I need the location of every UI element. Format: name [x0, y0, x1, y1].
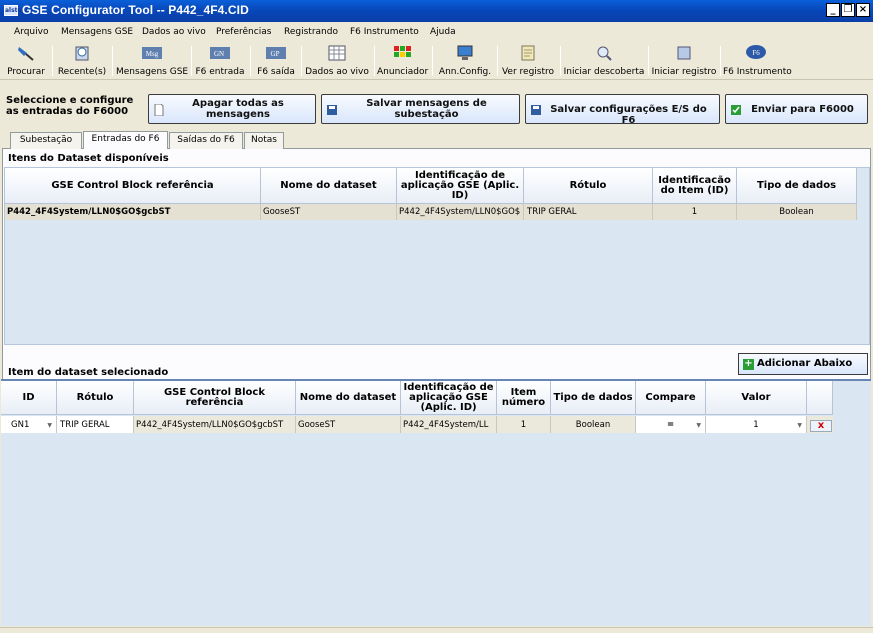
available-items-heading: Itens do Dataset disponíveis: [8, 153, 169, 164]
toolbar-iniciar-descoberta-button[interactable]: Iniciar descoberta: [563, 44, 645, 78]
svg-text:GN: GN: [214, 50, 224, 58]
gp-icon: GP: [266, 47, 286, 59]
dropdown-arrow-icon: ▼: [47, 422, 52, 429]
monitor-icon: [457, 45, 473, 60]
dropdown-arrow-icon: ▼: [797, 422, 802, 429]
col-header-label[interactable]: Rótulo: [57, 381, 134, 415]
dropdown-arrow-icon: ▼: [696, 422, 701, 429]
log-icon: [521, 45, 535, 61]
selected-item-heading: Item do dataset selecionado: [8, 367, 169, 378]
annunciator-icon: [394, 46, 411, 57]
col-header-data-type[interactable]: Tipo de dados: [737, 168, 857, 204]
app-logo-icon: alstom: [4, 5, 28, 16]
grid-icon: [328, 45, 346, 61]
col-header-value[interactable]: Valor: [706, 381, 807, 415]
col-header-blank: [807, 381, 833, 415]
col-header-item-number[interactable]: Item número: [497, 381, 551, 415]
delete-row-button[interactable]: x: [810, 420, 832, 432]
cell-data-type: Boolean: [551, 416, 636, 433]
gn-icon: GN: [210, 47, 230, 59]
value-combo[interactable]: 1 ▼: [706, 416, 807, 433]
cell-item-number: 1: [497, 416, 551, 433]
toolbar-recentes-button[interactable]: Recente(s): [56, 44, 108, 78]
col-header-item-id[interactable]: Identificacão do Item (ID): [653, 168, 737, 204]
col-header-data-type[interactable]: Tipo de dados: [551, 381, 636, 415]
col-header-app-id[interactable]: Identificação de aplicação GSE (Aplic. I…: [401, 381, 497, 415]
page-icon: [154, 104, 164, 116]
toolbar-iniciar-registro-button[interactable]: Iniciar registro: [651, 44, 717, 78]
col-header-compare[interactable]: Compare: [636, 381, 706, 415]
delete-x-icon: x: [817, 420, 825, 431]
cell-app-id: P442_4F4System/LL: [401, 416, 497, 433]
toolbar-procurar-button[interactable]: Procurar: [4, 44, 48, 78]
svg-text:Msg: Msg: [146, 50, 159, 58]
magnifier-icon: [597, 46, 612, 61]
menu-dados-ao-vivo[interactable]: Dados ao vivo: [142, 27, 206, 37]
svg-text:F6: F6: [752, 49, 760, 57]
status-bar: [0, 627, 873, 633]
tab-subestacao[interactable]: Subestação: [10, 132, 82, 149]
recent-icon: [75, 46, 89, 61]
search-folder-icon: [18, 47, 34, 61]
close-button[interactable]: ×: [856, 3, 870, 17]
minimize-button[interactable]: _: [826, 3, 840, 17]
label-input[interactable]: TRIP GERAL: [57, 416, 134, 433]
window-title: GSE Configurator Tool -- P442_4F4.CID: [22, 3, 249, 17]
col-header-app-id[interactable]: Identificação de aplicação GSE (Aplic. I…: [397, 168, 524, 204]
toolbar-mensagens-gse-button[interactable]: Msg Mensagens GSE: [116, 44, 188, 78]
menu-registrando[interactable]: Registrando: [284, 27, 338, 37]
col-header-dataset-name[interactable]: Nome do dataset: [261, 168, 397, 204]
floppy-icon: [327, 105, 337, 115]
cell-item-id: 1: [653, 204, 737, 220]
title-bar: alstom GSE Configurator Tool -- P442_4F4…: [0, 0, 873, 22]
cell-gse-ref: P442_4F4System/LLN0$GO$gcbST: [134, 416, 296, 433]
clear-messages-button[interactable]: Apagar todas as mensagens: [148, 94, 316, 124]
toolbar-ver-registro-button[interactable]: Ver registro: [500, 44, 556, 78]
cell-data-type: Boolean: [737, 204, 857, 220]
restore-button[interactable]: ❐: [841, 3, 855, 17]
tab-saidas-do-f6[interactable]: Saídas do F6: [169, 132, 243, 149]
msg-icon: Msg: [142, 47, 162, 59]
plus-icon: +: [743, 358, 754, 370]
menu-preferencias[interactable]: Preferências: [216, 27, 271, 37]
cell-dataset-name: GooseST: [261, 204, 397, 220]
cell-dataset-name: GooseST: [296, 416, 401, 433]
cell-app-id: P442_4F4System/LLN0$GO$: [397, 204, 524, 220]
intro-text: Seleccione e configure as entradas do F6…: [6, 95, 134, 117]
toolbar-ann-config-button[interactable]: Ann.Config.: [436, 44, 494, 78]
toolbar-dados-ao-vivo-button[interactable]: Dados ao vivo: [304, 44, 370, 78]
menu-mensagens-gse[interactable]: Mensagens GSE: [61, 27, 133, 37]
add-below-button[interactable]: + Adicionar Abaixo: [738, 353, 868, 375]
compare-combo[interactable]: = ▼: [636, 416, 706, 433]
send-to-f6000-button[interactable]: Enviar para F6000: [725, 94, 868, 124]
menu-arquivo[interactable]: Arquivo: [14, 27, 48, 37]
record-icon: [677, 46, 691, 60]
toolbar-anunciador-button[interactable]: Anunciador: [377, 44, 428, 78]
col-header-dataset-name[interactable]: Nome do dataset: [296, 381, 401, 415]
toolbar-f6-entrada-button[interactable]: GN F6 entrada: [194, 44, 246, 78]
menu-ajuda[interactable]: Ajuda: [430, 27, 456, 37]
save-messages-button[interactable]: Salvar mensagens de subestação: [321, 94, 520, 124]
tab-entradas-do-f6[interactable]: Entradas do F6: [83, 131, 168, 149]
id-combo[interactable]: GN1 ▼: [1, 416, 57, 433]
f6-icon: F6: [746, 45, 766, 59]
cell-gse-ref: P442_4F4System/LLN0$GO$gcbST: [5, 204, 261, 220]
toolbar-f6-instrumento-button[interactable]: F6 F6 Instrumento: [723, 44, 792, 78]
col-header-gse-ref[interactable]: GSE Control Block referência: [134, 381, 296, 415]
menu-bar: Arquivo Mensagens GSE Dados ao vivo Pref…: [0, 22, 873, 42]
toolbar-f6-saida-button[interactable]: GP F6 saída: [254, 44, 298, 78]
save-io-config-button[interactable]: Salvar configurações E/S do F6: [525, 94, 720, 126]
send-check-icon: [731, 105, 741, 115]
toolbar: Procurar Recente(s) Msg Mensagens GSE GN…: [0, 42, 873, 80]
menu-f6-instrumento[interactable]: F6 Instrumento: [350, 27, 419, 37]
col-header-label[interactable]: Rótulo: [524, 168, 653, 204]
col-header-id[interactable]: ID: [1, 381, 57, 415]
floppy-icon: [531, 105, 541, 115]
tab-notas[interactable]: Notas: [244, 132, 284, 149]
col-header-gse-ref[interactable]: GSE Control Block referência: [5, 168, 261, 204]
cell-label: TRIP GERAL: [524, 204, 653, 220]
svg-text:GP: GP: [271, 50, 280, 58]
